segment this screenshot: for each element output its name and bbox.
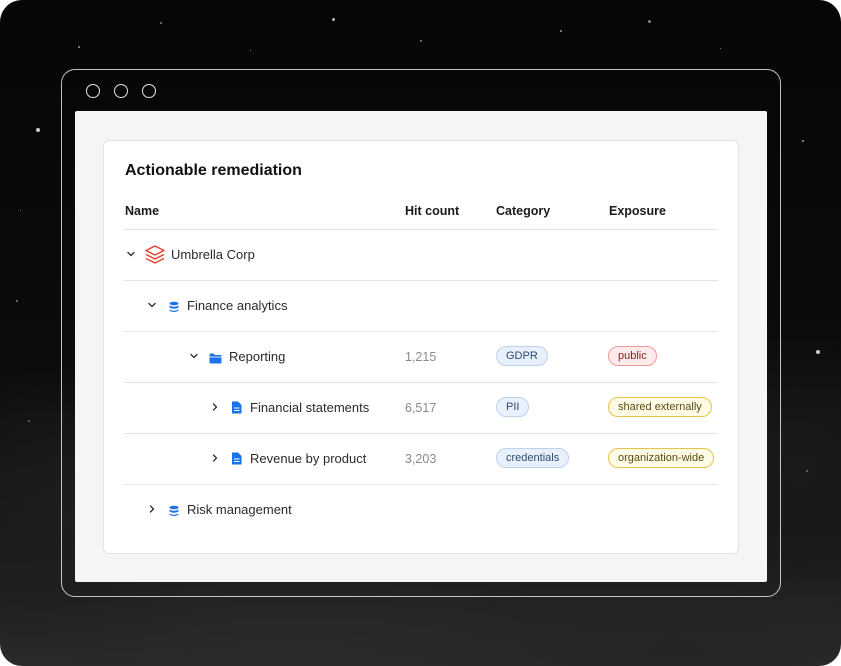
category-badge: credentials [496,448,570,468]
row-name: Financial statements [250,400,370,415]
folder-icon [209,351,222,369]
hit-count: 6,517 [405,401,437,415]
table-row-umbrella-corp[interactable]: Umbrella Corp [124,229,718,280]
card-title: Actionable remediation [125,162,302,179]
row-name: Reporting [229,349,286,364]
window-maximize-dot[interactable] [142,84,156,98]
column-header-category: Category [496,204,551,218]
column-header-exposure: Exposure [609,204,666,218]
chevron-right-icon[interactable] [209,452,221,464]
row-name: Revenue by product [250,451,367,466]
chevron-right-icon[interactable] [209,401,221,413]
category-badge: GDPR [496,346,548,366]
content-panel: Actionable remediation Name Hit count Ca… [75,111,767,582]
document-icon [231,452,242,470]
column-header-name: Name [125,204,160,218]
hit-count: 3,203 [405,452,437,466]
table-row-revenue-by-product[interactable]: Revenue by product 3,203 credentials org… [124,433,718,484]
document-icon [231,401,242,419]
app-window: Actionable remediation Name Hit count Ca… [61,69,781,597]
remediation-card: Actionable remediation Name Hit count Ca… [103,140,739,554]
exposure-badge: public [608,346,657,366]
chevron-down-icon[interactable] [188,350,200,362]
chevron-right-icon[interactable] [146,503,158,515]
row-name: Risk management [187,502,292,517]
exposure-badge: organization-wide [608,448,715,468]
row-name: Umbrella Corp [171,247,255,262]
table-row-risk-management[interactable]: Risk management [124,484,718,535]
hit-count: 1,215 [405,350,437,364]
exposure-badge: shared externally [608,397,712,417]
window-close-dot[interactable] [86,84,100,98]
table-row-finance-analytics[interactable]: Finance analytics [124,280,718,331]
chevron-down-icon[interactable] [146,299,158,311]
table-row-reporting[interactable]: Reporting 1,215 GDPR public [124,331,718,382]
row-name: Finance analytics [187,298,288,313]
database-icon [168,300,180,318]
chevron-down-icon[interactable] [125,248,137,260]
column-header-hit-count: Hit count [405,204,460,218]
window-minimize-dot[interactable] [114,84,128,98]
table-row-financial-statements[interactable]: Financial statements 6,517 PII shared ex… [124,382,718,433]
database-icon [168,504,180,522]
category-badge: PII [496,397,530,417]
background-frame: Actionable remediation Name Hit count Ca… [0,0,841,666]
stacked-layers-icon [144,244,166,271]
